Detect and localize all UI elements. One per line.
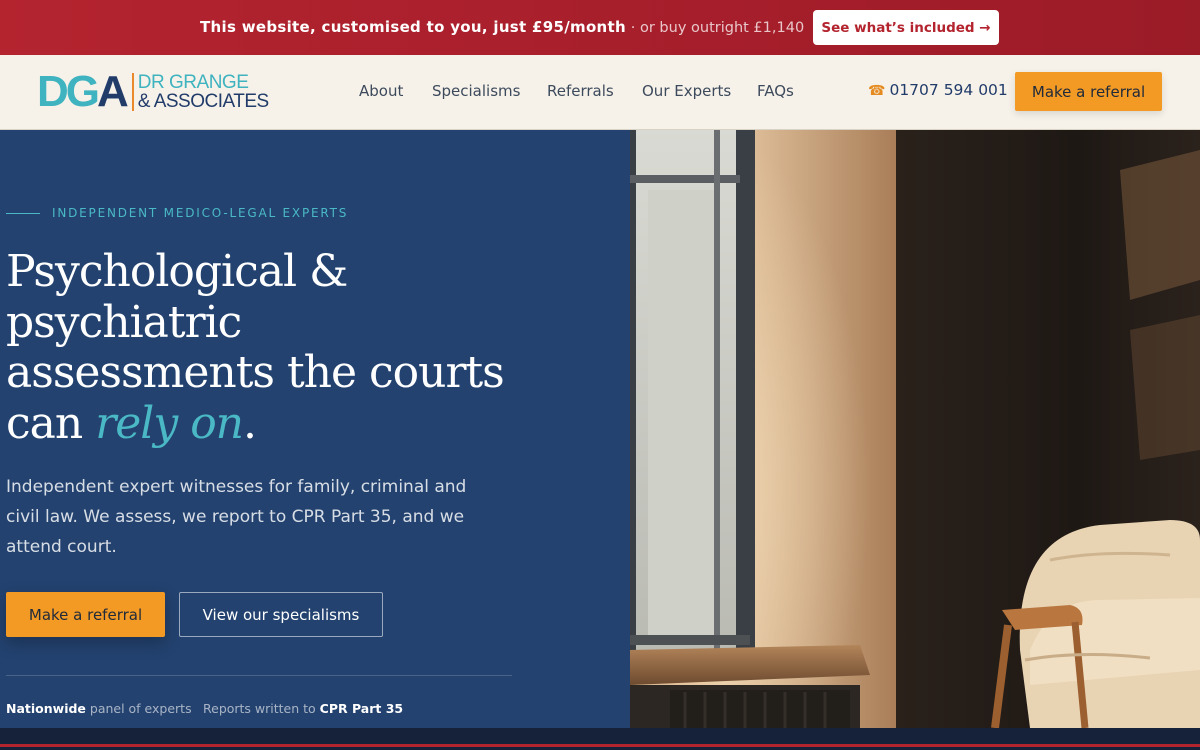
logo-mark-g: G [65,67,100,116]
logo-wordmark: DR GRANGE & ASSOCIATES [138,73,269,111]
headline-line-3: assessments the courts [6,347,505,398]
headline-line-2: psychiatric [6,296,242,348]
logo-mark-d: D [37,67,69,116]
phone-link[interactable]: ☎ 01707 594 001 [868,81,1008,99]
nav-referrals[interactable]: Referrals [547,82,614,100]
hero-make-referral-button[interactable]: Make a referral [6,592,165,637]
see-whats-included-button[interactable]: See what’s included → [813,10,999,45]
headline-line-4: can [6,397,96,449]
stat-cpr: Reports written to CPR Part 35 [203,701,403,716]
logo-line-1: DR GRANGE [137,72,249,93]
hero-eyebrow: INDEPENDENT MEDICO-LEGAL EXPERTS [52,206,349,220]
nav-about[interactable]: About [359,82,403,100]
stat-cpr-strong: CPR Part 35 [319,701,404,716]
hero-room-illustration [630,130,1200,728]
stat-nationwide-rest: panel of experts [85,701,192,716]
phone-number: 01707 594 001 [889,81,1008,99]
headline-period: . [243,397,257,449]
promo-banner: This website, customised to you, just £9… [0,0,1200,55]
hero-headline: Psychological & psychiatric assessments … [6,246,566,449]
header-make-referral-button[interactable]: Make a referral [1015,72,1162,111]
promo-secondary: · or buy outright £1,140 [630,20,805,36]
logo-line-2: & ASSOCIATES [137,91,269,112]
promo-headline: This website, customised to you, just £9… [200,18,626,36]
logo-mark-a: A [97,67,129,116]
promo-text: This website, customised to you, just £9… [200,18,804,36]
logo-mark: DGA [37,70,129,114]
stat-cpr-pre: Reports written to [203,701,320,716]
phone-icon: ☎ [868,83,886,99]
site-header: DGA DR GRANGE & ASSOCIATES About Special… [0,55,1200,130]
nav-our-experts[interactable]: Our Experts [642,82,731,100]
stat-nationwide: Nationwide panel of experts [6,701,192,716]
view-specialisms-button[interactable]: View our specialisms [179,592,383,637]
eyebrow-rule [6,213,40,214]
nav-specialisms[interactable]: Specialisms [432,82,520,100]
logo[interactable]: DGA DR GRANGE & ASSOCIATES [37,70,269,114]
hero-image [630,130,1200,728]
headline-accent: rely on [95,397,244,449]
hero-divider [6,675,512,676]
nav-faqs[interactable]: FAQs [757,82,794,100]
stat-nationwide-strong: Nationwide [6,701,86,716]
logo-divider [131,73,134,111]
headline-line-1: Psychological & [6,246,348,297]
accent-rule [0,744,1200,747]
hero-subtext: Independent expert witnesses for family,… [6,477,467,557]
